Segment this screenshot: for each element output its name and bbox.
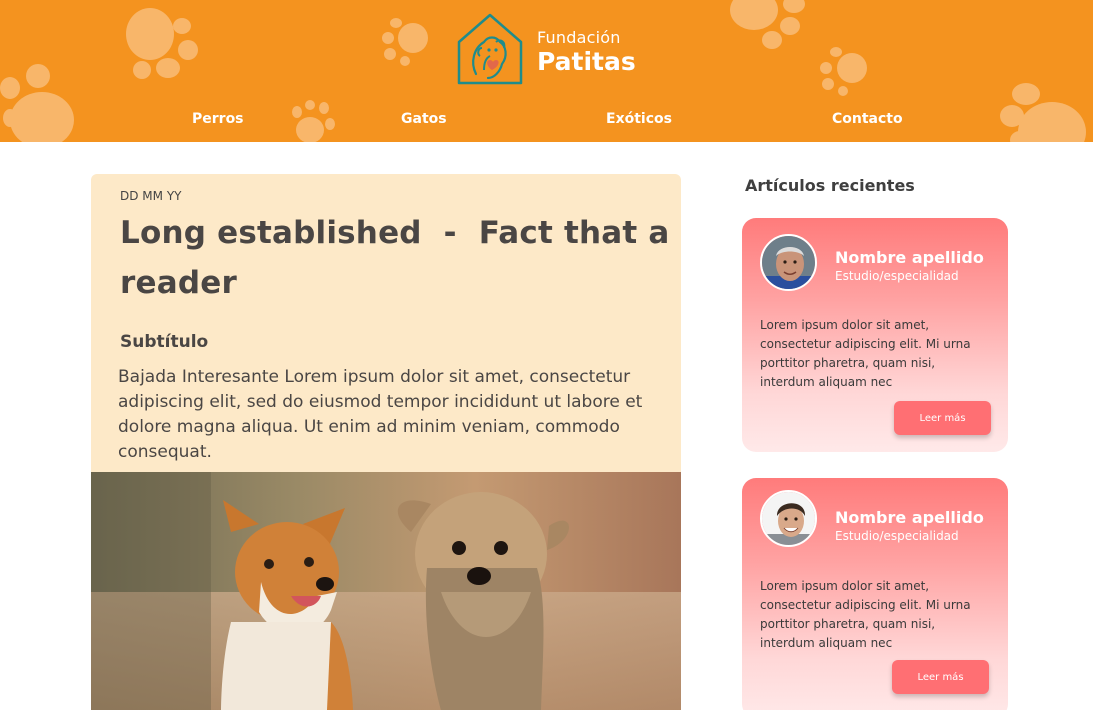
paw-print-icon [380,18,432,66]
author-avatar [760,490,817,547]
recent-article-card: Nombre apellido Estudio/especialidad Lor… [742,218,1008,452]
card-excerpt: Lorem ipsum dolor sit amet, consectetur … [760,579,971,650]
article-subtitle: Subtítulo [120,332,209,352]
brand-name-line2: Patitas [537,47,636,76]
paw-print-icon [992,82,1093,142]
brand-name-line1: Fundación [537,28,621,47]
author-specialty: Estudio/especialidad [835,269,959,283]
article-title: Long established - Fact that a reader [120,215,681,301]
paw-print-icon [728,0,810,52]
article-image-two-dogs [91,472,681,710]
read-more-button[interactable]: Leer más [892,660,989,694]
paw-print-icon [818,46,872,96]
recent-articles-heading: Artículos recientes [745,176,915,195]
card-excerpt: Lorem ipsum dolor sit amet, consectetur … [760,318,971,389]
house-pets-logo-icon [457,13,523,85]
brand-logo[interactable]: Fundación Patitas [456,12,636,86]
site-header: Fundación Patitas Perros Gatos Exóticos … [0,0,1093,142]
nav-item-exoticos[interactable]: Exóticos [606,111,672,127]
nav-item-perros[interactable]: Perros [192,111,244,127]
read-more-button[interactable]: Leer más [894,401,991,435]
article-body: Bajada Interesante Lorem ipsum dolor sit… [118,367,643,462]
recent-article-card: Nombre apellido Estudio/especialidad Lor… [742,478,1008,710]
paw-print-icon [0,60,80,142]
author-name: Nombre apellido [835,248,984,267]
author-specialty: Estudio/especialidad [835,529,959,543]
article-date: DD MM YY [120,189,182,203]
nav-item-gatos[interactable]: Gatos [401,111,447,127]
paw-print-icon [288,100,338,142]
nav-item-contacto[interactable]: Contacto [832,111,903,127]
author-avatar [760,234,817,291]
author-name: Nombre apellido [835,508,984,527]
featured-article: DD MM YY Long established - Fact that a … [91,174,681,710]
paw-print-icon [120,4,202,82]
